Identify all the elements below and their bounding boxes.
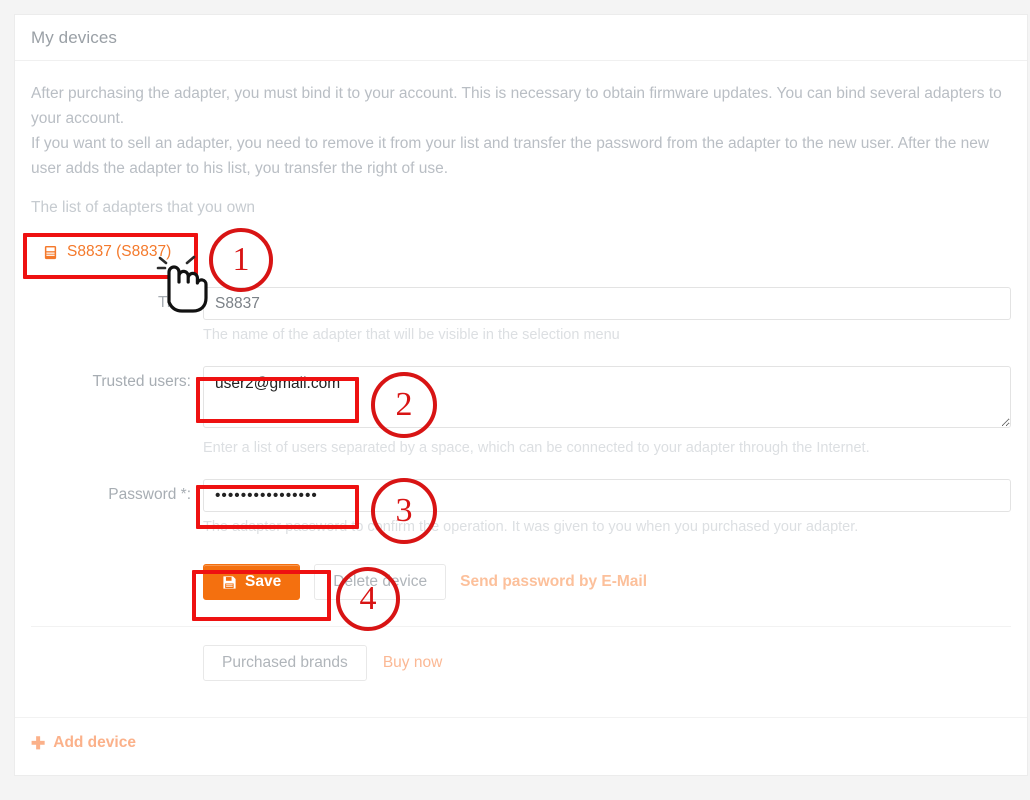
page-title: My devices — [31, 27, 118, 47]
send-password-by-email-link[interactable]: Send password by E-Mail — [460, 573, 647, 591]
delete-device-button[interactable]: Delete device — [314, 564, 447, 600]
actions-row: Save Delete device Send password by E-Ma… — [31, 558, 1011, 620]
title-helper: The name of the adapter that will be vis… — [203, 327, 620, 343]
panel-body: After purchasing the adapter, you must b… — [15, 61, 1027, 701]
panel-footer: ✚ Add device — [15, 717, 1027, 775]
device-tab-s8837[interactable]: S8837 (S8837) — [31, 239, 185, 265]
title-input[interactable] — [203, 287, 1011, 320]
plus-icon: ✚ — [31, 733, 46, 753]
password-control: The adapter password to confirm the oper… — [203, 479, 1011, 552]
device-tabs: S8837 (S8837) — [31, 239, 1011, 273]
device-form: Title: The name of the adapter that will… — [31, 287, 1011, 620]
floppy-disk-icon — [222, 575, 237, 590]
trusted-users-helper: Enter a list of users separated by a spa… — [203, 440, 870, 456]
save-button[interactable]: Save — [203, 564, 301, 600]
add-device-label: Add device — [53, 734, 136, 751]
save-button-label: Save — [245, 573, 282, 590]
hdd-icon — [43, 245, 58, 260]
trusted-users-row: Trusted users: Enter a list of users sep… — [31, 366, 1011, 473]
trusted-users-label: Trusted users: — [92, 373, 192, 390]
password-helper: The adapter password to confirm the oper… — [203, 519, 859, 535]
title-row: Title: The name of the adapter that will… — [31, 287, 1011, 360]
intro-line-1: After purchasing the adapter, you must b… — [31, 85, 1002, 127]
password-label: Password *: — [108, 486, 191, 503]
device-tab-label: S8837 (S8837) — [67, 243, 172, 260]
action-buttons: Save Delete device Send password by E-Ma… — [203, 564, 1011, 600]
brands-row: Purchased brands Buy now — [31, 627, 1011, 701]
intro-line-2: If you want to sell an adapter, you need… — [31, 135, 990, 177]
adapters-list-subnote: The list of adapters that you own — [31, 199, 256, 216]
panel-header: My devices — [15, 15, 1027, 61]
intro-text: After purchasing the adapter, you must b… — [31, 81, 1011, 181]
my-devices-panel: My devices After purchasing the adapter,… — [14, 14, 1028, 776]
screenshot-root: My devices After purchasing the adapter,… — [0, 0, 1030, 800]
delete-device-label: Delete device — [333, 573, 428, 590]
purchased-brands-label: Purchased brands — [222, 654, 348, 671]
actions-control: Save Delete device Send password by E-Ma… — [203, 558, 1011, 620]
purchased-brands-button[interactable]: Purchased brands — [203, 645, 367, 681]
add-device-button[interactable]: ✚ Add device — [31, 734, 136, 752]
buy-now-link[interactable]: Buy now — [383, 654, 442, 672]
password-row: Password *: The adapter password to conf… — [31, 479, 1011, 552]
trusted-users-control: Enter a list of users separated by a spa… — [203, 366, 1011, 473]
title-control: The name of the adapter that will be vis… — [203, 287, 1011, 360]
title-label: Title: — [157, 294, 191, 311]
actions-spacer — [31, 558, 203, 565]
trusted-users-textarea[interactable] — [203, 366, 1011, 428]
password-input[interactable] — [203, 479, 1011, 512]
